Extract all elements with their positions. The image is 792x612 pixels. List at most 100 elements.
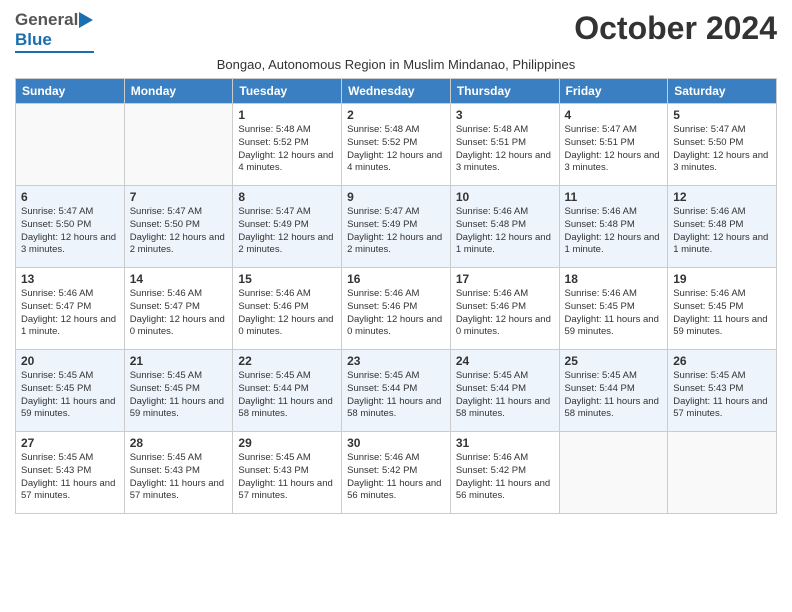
day-number: 10 xyxy=(456,190,554,204)
day-info: Sunrise: 5:46 AM Sunset: 5:48 PM Dayligh… xyxy=(565,206,663,257)
header-wednesday: Wednesday xyxy=(342,79,451,104)
day-info: Sunrise: 5:45 AM Sunset: 5:44 PM Dayligh… xyxy=(238,370,336,421)
day-number: 11 xyxy=(565,190,663,204)
day-info: Sunrise: 5:46 AM Sunset: 5:46 PM Dayligh… xyxy=(238,288,336,339)
day-info: Sunrise: 5:47 AM Sunset: 5:50 PM Dayligh… xyxy=(21,206,119,257)
day-number: 15 xyxy=(238,272,336,286)
week-row-2: 6Sunrise: 5:47 AM Sunset: 5:50 PM Daylig… xyxy=(16,186,777,268)
day-info: Sunrise: 5:46 AM Sunset: 5:48 PM Dayligh… xyxy=(673,206,771,257)
day-number: 8 xyxy=(238,190,336,204)
calendar-cell: 11 Sunrise: 5:46 AM Sunset: 5:48 PM Dayli… xyxy=(559,186,668,268)
calendar-cell: 23Sunrise: 5:45 AM Sunset: 5:44 PM Dayli… xyxy=(342,350,451,432)
header-thursday: Thursday xyxy=(450,79,559,104)
day-number: 9 xyxy=(347,190,445,204)
day-info: Sunrise: 5:48 AM Sunset: 5:52 PM Dayligh… xyxy=(238,124,336,175)
calendar-cell: 21Sunrise: 5:45 AM Sunset: 5:45 PM Dayli… xyxy=(124,350,233,432)
calendar-cell xyxy=(124,104,233,186)
day-info: Sunrise: 5:45 AM Sunset: 5:43 PM Dayligh… xyxy=(673,370,771,421)
day-number: 31 xyxy=(456,436,554,450)
day-info: Sunrise: 5:46 AM Sunset: 5:47 PM Dayligh… xyxy=(130,288,228,339)
logo-blue-text: Blue xyxy=(15,30,52,50)
day-number: 28 xyxy=(130,436,228,450)
calendar-cell: 25Sunrise: 5:45 AM Sunset: 5:44 PM Dayli… xyxy=(559,350,668,432)
day-info: Sunrise: 5:46 AM Sunset: 5:42 PM Dayligh… xyxy=(456,452,554,503)
week-row-3: 13 Sunrise: 5:46 AM Sunset: 5:47 PM Dayli… xyxy=(16,268,777,350)
day-info: Sunrise: 5:45 AM Sunset: 5:45 PM Dayligh… xyxy=(21,370,119,421)
day-number: 29 xyxy=(238,436,336,450)
calendar-cell: 27 Sunrise: 5:45 AM Sunset: 5:43 PM Dayli… xyxy=(16,432,125,514)
calendar-cell: 30 Sunrise: 5:46 AM Sunset: 5:42 PM Dayli… xyxy=(342,432,451,514)
day-info: Sunrise: 5:47 AM Sunset: 5:50 PM Dayligh… xyxy=(130,206,228,257)
day-number: 24 xyxy=(456,354,554,368)
calendar-cell: 20 Sunrise: 5:45 AM Sunset: 5:45 PM Dayli… xyxy=(16,350,125,432)
day-number: 19 xyxy=(673,272,771,286)
page: General Blue October 2024 Bongao, Autono… xyxy=(0,0,792,612)
day-number: 25 xyxy=(565,354,663,368)
day-number: 14 xyxy=(130,272,228,286)
calendar-cell: 6Sunrise: 5:47 AM Sunset: 5:50 PM Daylig… xyxy=(16,186,125,268)
day-info: Sunrise: 5:47 AM Sunset: 5:51 PM Dayligh… xyxy=(565,124,663,175)
header-saturday: Saturday xyxy=(668,79,777,104)
header-tuesday: Tuesday xyxy=(233,79,342,104)
calendar-cell xyxy=(668,432,777,514)
calendar-cell: 2 Sunrise: 5:48 AM Sunset: 5:52 PM Daylig… xyxy=(342,104,451,186)
day-number: 2 xyxy=(347,108,445,122)
day-info: Sunrise: 5:46 AM Sunset: 5:46 PM Dayligh… xyxy=(456,288,554,339)
day-number: 21 xyxy=(130,354,228,368)
calendar-cell: 22Sunrise: 5:45 AM Sunset: 5:44 PM Dayli… xyxy=(233,350,342,432)
day-number: 30 xyxy=(347,436,445,450)
calendar-cell: 26 Sunrise: 5:45 AM Sunset: 5:43 PM Dayli… xyxy=(668,350,777,432)
calendar-cell: 10 Sunrise: 5:46 AM Sunset: 5:48 PM Dayli… xyxy=(450,186,559,268)
day-number: 12 xyxy=(673,190,771,204)
day-info: Sunrise: 5:46 AM Sunset: 5:42 PM Dayligh… xyxy=(347,452,445,503)
day-number: 4 xyxy=(565,108,663,122)
logo-arrow-icon xyxy=(79,12,93,28)
calendar-cell: 28 Sunrise: 5:45 AM Sunset: 5:43 PM Dayli… xyxy=(124,432,233,514)
header-row: SundayMondayTuesdayWednesdayThursdayFrid… xyxy=(16,79,777,104)
calendar-cell: 18 Sunrise: 5:46 AM Sunset: 5:45 PM Dayli… xyxy=(559,268,668,350)
header-sunday: Sunday xyxy=(16,79,125,104)
week-row-4: 20 Sunrise: 5:45 AM Sunset: 5:45 PM Dayli… xyxy=(16,350,777,432)
calendar-cell: 24 Sunrise: 5:45 AM Sunset: 5:44 PM Dayli… xyxy=(450,350,559,432)
calendar-cell: 8Sunrise: 5:47 AM Sunset: 5:49 PM Daylig… xyxy=(233,186,342,268)
calendar-cell: 13 Sunrise: 5:46 AM Sunset: 5:47 PM Dayli… xyxy=(16,268,125,350)
day-info: Sunrise: 5:46 AM Sunset: 5:45 PM Dayligh… xyxy=(565,288,663,339)
day-number: 26 xyxy=(673,354,771,368)
day-info: Sunrise: 5:45 AM Sunset: 5:43 PM Dayligh… xyxy=(130,452,228,503)
day-info: Sunrise: 5:48 AM Sunset: 5:52 PM Dayligh… xyxy=(347,124,445,175)
day-info: Sunrise: 5:45 AM Sunset: 5:43 PM Dayligh… xyxy=(238,452,336,503)
calendar-cell: 15 Sunrise: 5:46 AM Sunset: 5:46 PM Dayli… xyxy=(233,268,342,350)
logo-underline xyxy=(15,51,94,53)
day-number: 1 xyxy=(238,108,336,122)
day-info: Sunrise: 5:46 AM Sunset: 5:48 PM Dayligh… xyxy=(456,206,554,257)
calendar-cell: 14 Sunrise: 5:46 AM Sunset: 5:47 PM Dayli… xyxy=(124,268,233,350)
day-number: 27 xyxy=(21,436,119,450)
month-title: October 2024 xyxy=(574,10,777,47)
day-info: Sunrise: 5:48 AM Sunset: 5:51 PM Dayligh… xyxy=(456,124,554,175)
header: General Blue October 2024 xyxy=(15,10,777,53)
day-number: 18 xyxy=(565,272,663,286)
calendar-cell: 19Sunrise: 5:46 AM Sunset: 5:45 PM Dayli… xyxy=(668,268,777,350)
day-number: 5 xyxy=(673,108,771,122)
day-info: Sunrise: 5:47 AM Sunset: 5:50 PM Dayligh… xyxy=(673,124,771,175)
week-row-5: 27 Sunrise: 5:45 AM Sunset: 5:43 PM Dayli… xyxy=(16,432,777,514)
day-number: 16 xyxy=(347,272,445,286)
header-monday: Monday xyxy=(124,79,233,104)
day-number: 13 xyxy=(21,272,119,286)
day-info: Sunrise: 5:45 AM Sunset: 5:43 PM Dayligh… xyxy=(21,452,119,503)
calendar-cell: 5 Sunrise: 5:47 AM Sunset: 5:50 PM Daylig… xyxy=(668,104,777,186)
day-number: 7 xyxy=(130,190,228,204)
logo: General Blue xyxy=(15,10,94,53)
calendar-cell: 12 Sunrise: 5:46 AM Sunset: 5:48 PM Dayli… xyxy=(668,186,777,268)
day-number: 20 xyxy=(21,354,119,368)
calendar-cell: 4 Sunrise: 5:47 AM Sunset: 5:51 PM Daylig… xyxy=(559,104,668,186)
calendar-cell xyxy=(16,104,125,186)
day-info: Sunrise: 5:46 AM Sunset: 5:47 PM Dayligh… xyxy=(21,288,119,339)
calendar-cell xyxy=(559,432,668,514)
day-info: Sunrise: 5:45 AM Sunset: 5:44 PM Dayligh… xyxy=(456,370,554,421)
subtitle: Bongao, Autonomous Region in Muslim Mind… xyxy=(15,57,777,72)
calendar-cell: 17 Sunrise: 5:46 AM Sunset: 5:46 PM Dayli… xyxy=(450,268,559,350)
calendar-table: SundayMondayTuesdayWednesdayThursdayFrid… xyxy=(15,78,777,514)
day-number: 17 xyxy=(456,272,554,286)
day-number: 3 xyxy=(456,108,554,122)
